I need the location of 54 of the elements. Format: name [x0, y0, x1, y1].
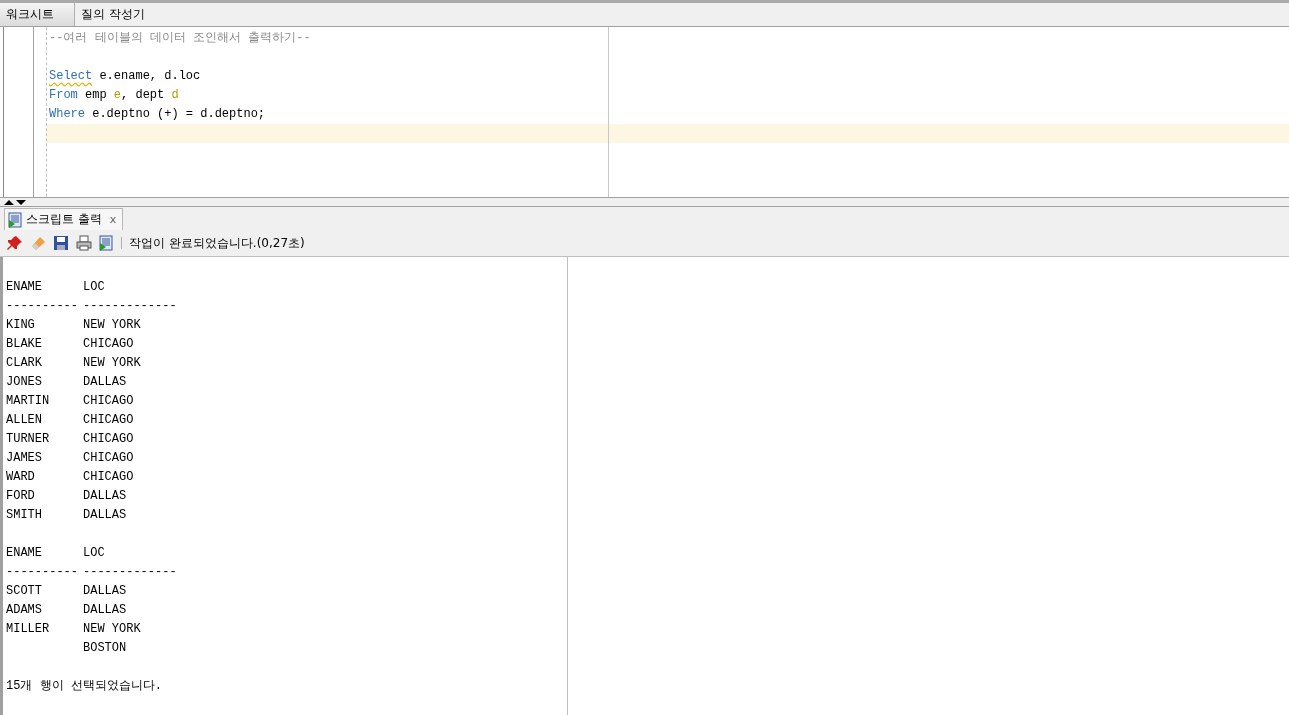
output-cell-text: CHICAGO [83, 393, 134, 410]
output-cell: SMITH [6, 508, 42, 522]
run-script-icon[interactable] [99, 235, 114, 251]
output-cell-text: DALLAS [83, 507, 127, 524]
output-cell-text: CHICAGO [83, 469, 134, 486]
output-cell: MARTIN [6, 394, 50, 408]
script-output-tab[interactable]: 스크립트 출력 x [4, 208, 124, 230]
code-line: From emp e, dept d [48, 87, 180, 104]
header-rule: ---------- [6, 565, 78, 579]
pin-icon[interactable] [7, 235, 23, 251]
output-cell-text: CHICAGO [83, 431, 134, 448]
header-rule: ---------- [6, 299, 78, 313]
output-cell: FORD [6, 489, 35, 503]
output-cell: TURNER [6, 432, 50, 446]
header-rule: ------------- [83, 564, 177, 581]
output-cell: ADAMS [6, 603, 42, 617]
tab-label: 스크립트 출력 [26, 211, 102, 228]
code-line: Where e.deptno (+) = d.deptno; [48, 106, 267, 123]
output-cell: ALLEN [6, 413, 42, 427]
output-cell: JONES [6, 375, 42, 389]
status-message: 작업이 완료되었습니다.(0,27초) [129, 234, 305, 252]
output-cell-text: NEW YORK [83, 317, 141, 334]
output-cell: MILLER [6, 622, 50, 636]
header-rule: ------------- [83, 298, 177, 315]
output-cell: KING [6, 318, 35, 332]
output-cell-text: BOSTON [83, 640, 127, 657]
output-cell-text: CHICAGO [83, 412, 134, 429]
worksheet-tab[interactable]: 워크시트 [0, 3, 75, 26]
code-line: --여러 테이블의 데이터 조인해서 출력하기-- [48, 30, 312, 47]
output-cell: WARD [6, 470, 35, 484]
output-cell: CLARK [6, 356, 42, 370]
output-cell: JAMES [6, 451, 42, 465]
output-cell: BLAKE [6, 337, 42, 351]
output-cell-text: DALLAS [83, 583, 127, 600]
output-cell-text: NEW YORK [83, 621, 141, 638]
save-icon[interactable] [53, 235, 69, 251]
output-cell-text: NEW YORK [83, 355, 141, 372]
print-icon[interactable] [76, 235, 92, 251]
rows-selected-message: 15개 행이 선택되었습니다. [6, 678, 162, 695]
close-button[interactable]: x [109, 213, 117, 226]
column-header: ENAME [6, 545, 43, 562]
code-line: Select e.ename, d.loc [48, 68, 202, 85]
output-cell-text: DALLAS [83, 374, 127, 391]
worksheet-tab[interactable]: 질의 작성기 [75, 3, 151, 26]
column-header: ENAME [6, 279, 43, 296]
output-cell-text: CHICAGO [83, 336, 134, 353]
output-cell: SCOTT [6, 584, 42, 598]
output-cell-text: CHICAGO [83, 450, 134, 467]
column-header: LOC [83, 545, 105, 562]
output-cell-text: DALLAS [83, 488, 127, 505]
collapse-arrows-icon[interactable] [4, 198, 26, 206]
script-icon [8, 211, 23, 228]
output-cell-text: DALLAS [83, 602, 127, 619]
column-header: LOC [83, 279, 105, 296]
